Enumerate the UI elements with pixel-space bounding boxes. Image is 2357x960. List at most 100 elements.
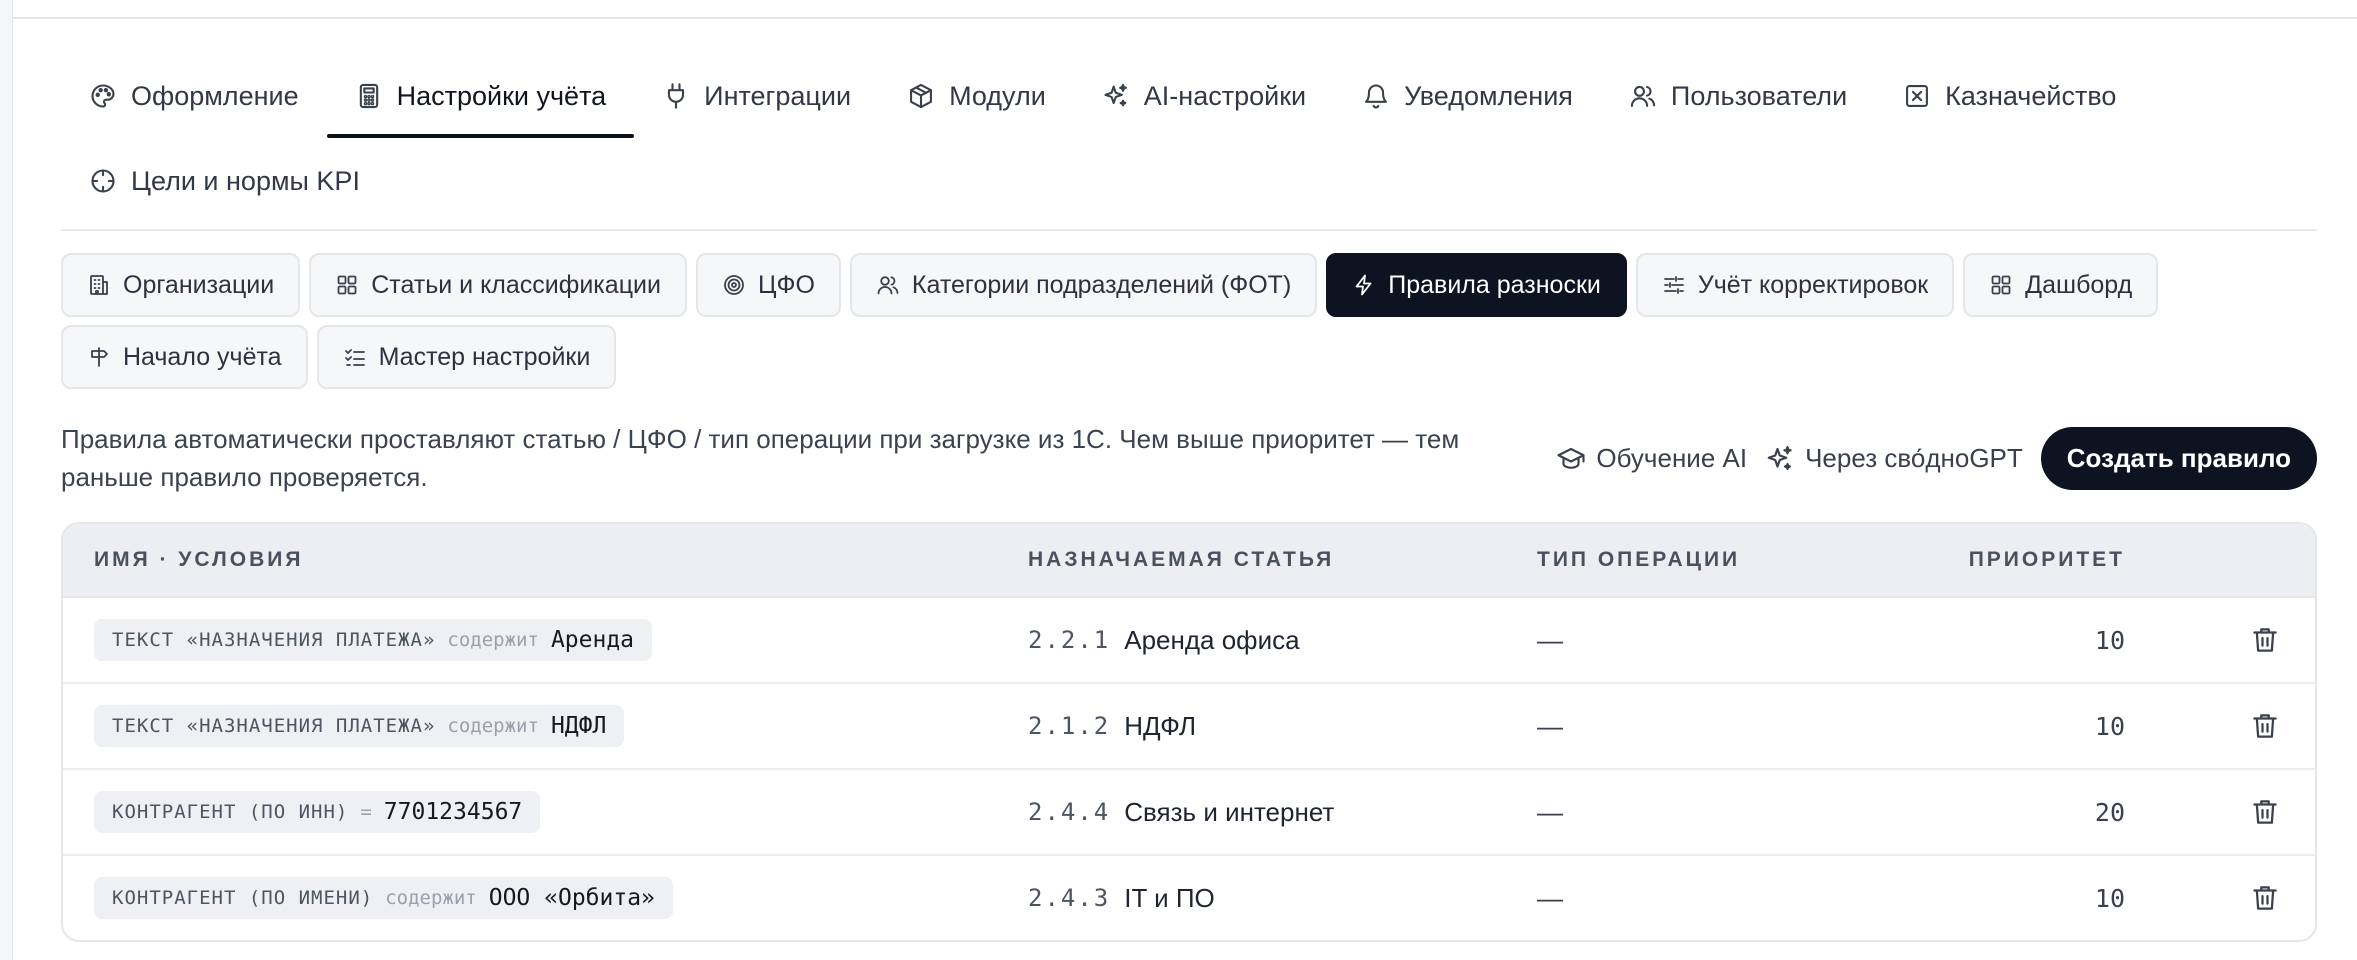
subtab-label: Категории подразделений (ФОТ) bbox=[911, 270, 1292, 299]
condition-chip: КОНТРАГЕНТ (ПО ИМЕНИ) содержит ООО «Орби… bbox=[94, 877, 673, 919]
header-optype: ТИП ОПЕРАЦИИ bbox=[1537, 548, 1741, 571]
package-icon bbox=[907, 82, 935, 110]
tab-label: AI-настройки bbox=[1143, 80, 1307, 111]
subtab-posting-rules[interactable]: Правила разноски bbox=[1326, 253, 1627, 317]
tab-integrations[interactable]: Интеграции bbox=[634, 56, 879, 136]
condition-value: 7701234567 bbox=[383, 799, 523, 825]
priority-value: 10 bbox=[2094, 883, 2125, 913]
table-row[interactable]: КОНТРАГЕНТ (ПО ИМЕНИ) содержит ООО «Орби… bbox=[63, 856, 2315, 940]
tab-users[interactable]: Пользователи bbox=[1601, 56, 1875, 136]
subtab-label: Статьи и классификации bbox=[371, 270, 661, 299]
condition-value: Аренда bbox=[550, 627, 635, 653]
table-row[interactable]: ТЕКСТ «НАЗНАЧЕНИЯ ПЛАТЕЖА» содержит Арен… bbox=[63, 598, 2315, 684]
tab-label: Оформление bbox=[131, 80, 299, 111]
users-icon bbox=[876, 273, 900, 297]
article-name: IT и ПО bbox=[1124, 882, 1215, 913]
trash-icon bbox=[2250, 797, 2280, 827]
tab-kpi-goals[interactable]: Цели и нормы KPI bbox=[61, 136, 388, 226]
subtab-adjustments[interactable]: Учёт корректировок bbox=[1635, 253, 1955, 317]
article-code: 2.4.3 bbox=[1028, 884, 1111, 912]
tab-ai-settings[interactable]: AI-настройки bbox=[1074, 56, 1334, 136]
condition-operator: содержит bbox=[447, 629, 539, 651]
tab-label: Модули bbox=[949, 80, 1046, 111]
tab-label: Настройки учёта bbox=[396, 80, 607, 111]
condition-value: ООО «Орбита» bbox=[488, 885, 655, 911]
crosshair-icon bbox=[89, 167, 117, 195]
trash-icon bbox=[2250, 883, 2280, 913]
main-tabs: Оформление Настройки учёта Интеграции Мо… bbox=[61, 56, 2317, 226]
tab-appearance[interactable]: Оформление bbox=[61, 56, 327, 136]
operation-type: — bbox=[1537, 624, 1563, 655]
priority-value: 10 bbox=[2094, 625, 2125, 655]
checklist-icon bbox=[343, 345, 367, 369]
condition-value: НДФЛ bbox=[550, 713, 607, 739]
subtab-articles[interactable]: Статьи и классификации bbox=[309, 253, 687, 317]
signpost-icon bbox=[87, 345, 111, 369]
condition-operator: содержит bbox=[385, 887, 477, 909]
article-name: НДФЛ bbox=[1124, 710, 1197, 741]
subtab-dashboard[interactable]: Дашборд bbox=[1963, 253, 2159, 317]
subtab-cfo[interactable]: ЦФО bbox=[695, 253, 841, 317]
delete-rule-button[interactable] bbox=[2245, 706, 2285, 746]
tab-modules[interactable]: Модули bbox=[879, 56, 1074, 136]
condition-field: ТЕКСТ «НАЗНАЧЕНИЯ ПЛАТЕЖА» bbox=[112, 629, 436, 651]
article-code: 2.4.4 bbox=[1028, 798, 1111, 826]
condition-field: КОНТРАГЕНТ (ПО ИМЕНИ) bbox=[112, 887, 374, 909]
condition-field: ТЕКСТ «НАЗНАЧЕНИЯ ПЛАТЕЖА» bbox=[112, 715, 436, 737]
tab-accounting-settings[interactable]: Настройки учёта bbox=[326, 56, 635, 138]
calculator-icon bbox=[355, 82, 383, 110]
trash-icon bbox=[2250, 625, 2280, 655]
building-icon bbox=[87, 273, 111, 297]
assigned-article: 2.1.2 НДФЛ bbox=[1028, 684, 1196, 768]
via-gpt-button[interactable]: Через сво́дноGPT bbox=[1765, 443, 2023, 474]
operation-type: — bbox=[1537, 882, 1563, 913]
plug-icon bbox=[662, 82, 690, 110]
assigned-article: 2.2.1 Аренда офиса bbox=[1028, 598, 1300, 682]
target-icon bbox=[722, 273, 746, 297]
subtab-label: Организации bbox=[123, 270, 275, 299]
condition-chip: КОНТРАГЕНТ (ПО ИНН) = 7701234567 bbox=[94, 791, 541, 833]
create-rule-button[interactable]: Создать правило bbox=[2040, 427, 2317, 490]
rules-actions: Обучение AI Через сво́дноGPT Создать пра… bbox=[1556, 427, 2317, 490]
subtab-label: Учёт корректировок bbox=[1697, 270, 1929, 299]
article-code: 2.2.1 bbox=[1028, 626, 1111, 654]
learn-ai-button[interactable]: Обучение AI bbox=[1556, 443, 1747, 474]
sparkles-icon bbox=[1102, 82, 1130, 110]
condition-chip: ТЕКСТ «НАЗНАЧЕНИЯ ПЛАТЕЖА» содержит Арен… bbox=[94, 619, 653, 661]
subtab-label: Дашборд bbox=[2025, 270, 2133, 299]
table-row[interactable]: КОНТРАГЕНТ (ПО ИНН) = 7701234567 2.4.4 С… bbox=[63, 770, 2315, 856]
header-name-conditions: ИМЯ · УСЛОВИЯ bbox=[94, 548, 304, 571]
rules-description: Правила автоматически проставляют статью… bbox=[61, 424, 1460, 492]
condition-chip: ТЕКСТ «НАЗНАЧЕНИЯ ПЛАТЕЖА» содержит НДФЛ bbox=[94, 705, 625, 747]
delete-rule-button[interactable] bbox=[2245, 620, 2285, 660]
subtab-label: Мастер настройки bbox=[378, 342, 591, 371]
subtab-setup-wizard[interactable]: Мастер настройки bbox=[316, 325, 617, 389]
sub-tabs: Организации Статьи и классификации ЦФО К… bbox=[61, 253, 2261, 389]
header-article: НАЗНАЧАЕМАЯ СТАТЬЯ bbox=[1028, 548, 1335, 571]
condition-operator: = bbox=[360, 801, 372, 823]
tab-notifications[interactable]: Уведомления bbox=[1334, 56, 1601, 136]
assigned-article: 2.4.3 IT и ПО bbox=[1028, 856, 1215, 940]
tab-treasury[interactable]: Казначейство bbox=[1875, 56, 2144, 136]
delete-rule-button[interactable] bbox=[2245, 878, 2285, 918]
rules-table: ИМЯ · УСЛОВИЯ НАЗНАЧАЕМАЯ СТАТЬЯ ТИП ОПЕ… bbox=[61, 522, 2317, 942]
lightning-icon bbox=[1352, 273, 1376, 297]
subtab-label: Правила разноски bbox=[1388, 270, 1601, 299]
graduation-cap-icon bbox=[1556, 444, 1586, 474]
condition-field: КОНТРАГЕНТ (ПО ИНН) bbox=[112, 801, 349, 823]
subtab-organizations[interactable]: Организации bbox=[61, 253, 301, 317]
article-code: 2.1.2 bbox=[1028, 712, 1111, 740]
palette-icon bbox=[89, 82, 117, 110]
users-icon bbox=[1629, 82, 1657, 110]
via-gpt-label: Через сво́дноGPT bbox=[1805, 443, 2023, 473]
square-x-icon bbox=[1903, 82, 1931, 110]
assigned-article: 2.4.4 Связь и интернет bbox=[1028, 770, 1334, 854]
subtab-department-categories[interactable]: Категории подразделений (ФОТ) bbox=[849, 253, 1318, 317]
subtab-accounting-start[interactable]: Начало учёта bbox=[61, 325, 308, 389]
table-row[interactable]: ТЕКСТ «НАЗНАЧЕНИЯ ПЛАТЕЖА» содержит НДФЛ… bbox=[63, 684, 2315, 770]
tab-label: Уведомления bbox=[1404, 80, 1573, 111]
article-name: Связь и интернет bbox=[1124, 796, 1335, 827]
header-priority: ПРИОРИТЕТ bbox=[1968, 548, 2125, 571]
subtab-label: ЦФО bbox=[757, 270, 815, 299]
delete-rule-button[interactable] bbox=[2245, 792, 2285, 832]
